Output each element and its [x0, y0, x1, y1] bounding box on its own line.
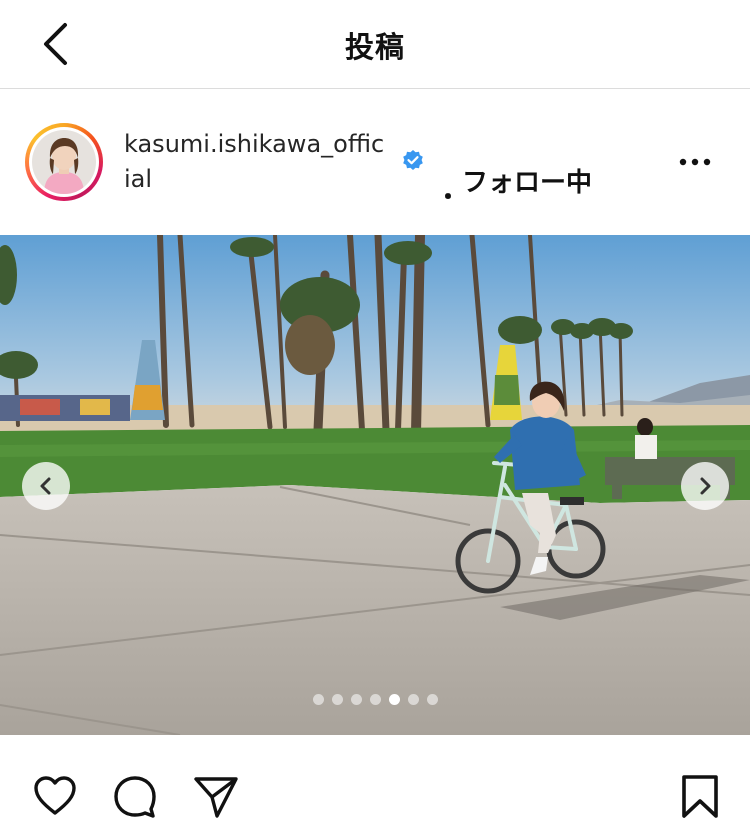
carousel-dot — [426, 694, 438, 705]
story-ring[interactable] — [25, 123, 103, 201]
verified-badge-icon — [403, 150, 423, 170]
bookmark-icon[interactable] — [676, 772, 724, 820]
chevron-left-icon — [40, 477, 51, 495]
following-button[interactable]: フォロー中 — [462, 162, 592, 199]
carousel-dot — [407, 694, 419, 705]
page-title: 投稿 — [344, 30, 405, 64]
carousel-dot — [388, 694, 400, 705]
carousel-dot — [312, 694, 324, 705]
post-photo — [0, 235, 750, 735]
carousel-dot — [350, 694, 362, 705]
post-actions — [0, 735, 750, 833]
post-image-carousel[interactable] — [0, 235, 750, 735]
carousel-prev-button[interactable] — [22, 462, 70, 510]
chevron-right-icon — [700, 477, 711, 495]
carousel-dot — [331, 694, 343, 705]
carousel-dot — [369, 694, 381, 705]
avatar — [32, 130, 96, 194]
top-bar: 投稿 — [0, 0, 750, 89]
carousel-indicator — [0, 694, 750, 705]
share-icon[interactable] — [192, 772, 240, 820]
follow-separator: ・ — [436, 183, 460, 211]
comment-icon[interactable] — [111, 772, 159, 820]
username[interactable]: kasumi.ishikawa_official — [124, 127, 386, 197]
heart-icon[interactable] — [31, 772, 79, 820]
more-options-icon[interactable] — [675, 147, 715, 177]
carousel-next-button[interactable] — [681, 462, 729, 510]
post-header: kasumi.ishikawa_official ・ フォロー中 — [0, 89, 750, 235]
